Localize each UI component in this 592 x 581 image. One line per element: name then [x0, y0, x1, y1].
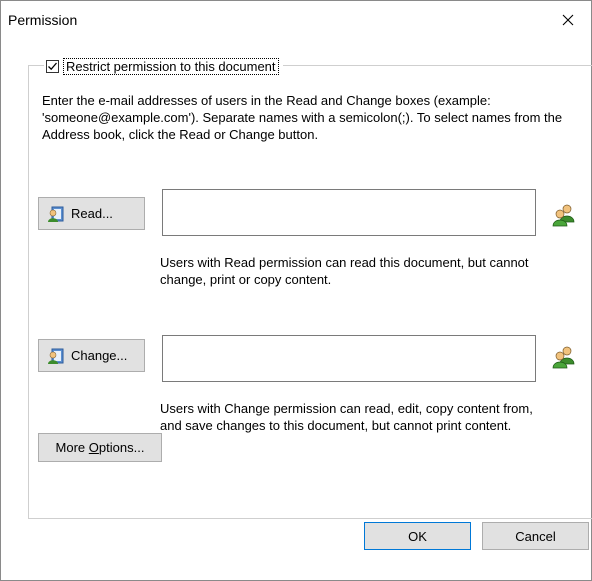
change-users-input[interactable] [162, 335, 536, 382]
cancel-button-label: Cancel [515, 528, 556, 544]
title-bar: Permission [1, 1, 591, 39]
more-options-button[interactable]: More Options... [38, 433, 162, 462]
read-address-book-button[interactable] [550, 201, 578, 229]
people-icon [552, 346, 575, 369]
close-icon [562, 14, 574, 26]
change-address-book-button[interactable] [550, 343, 578, 371]
change-button[interactable]: Change... [38, 339, 145, 372]
ok-button-label: OK [408, 528, 427, 544]
dialog-body: Restrict permission to this document Ent… [1, 39, 592, 580]
people-icon [552, 204, 575, 227]
checkmark-icon [48, 62, 57, 70]
read-description: Users with Read permission can read this… [160, 255, 529, 287]
instructions-text: Enter the e-mail addresses of users in t… [42, 93, 563, 142]
read-button[interactable]: Read... [38, 197, 145, 230]
read-users-input[interactable] [162, 189, 536, 236]
change-button-label: Change... [71, 348, 128, 363]
restrict-checkbox-row[interactable]: Restrict permission to this document [44, 56, 283, 76]
close-button[interactable] [545, 1, 591, 39]
restrict-checkbox-label[interactable]: Restrict permission to this document [63, 57, 279, 75]
change-description: Users with Change permission can read, e… [160, 401, 533, 433]
restrict-checkbox[interactable] [46, 59, 59, 73]
address-book-icon [47, 347, 65, 365]
ok-button[interactable]: OK [364, 522, 471, 550]
more-options-label: More Options... [55, 440, 145, 455]
window-title: Permission [8, 12, 78, 28]
read-button-label: Read... [71, 206, 113, 221]
cancel-button[interactable]: Cancel [482, 522, 589, 550]
address-book-icon [47, 205, 65, 223]
permission-dialog: Permission Restrict permission to this d… [0, 0, 592, 581]
